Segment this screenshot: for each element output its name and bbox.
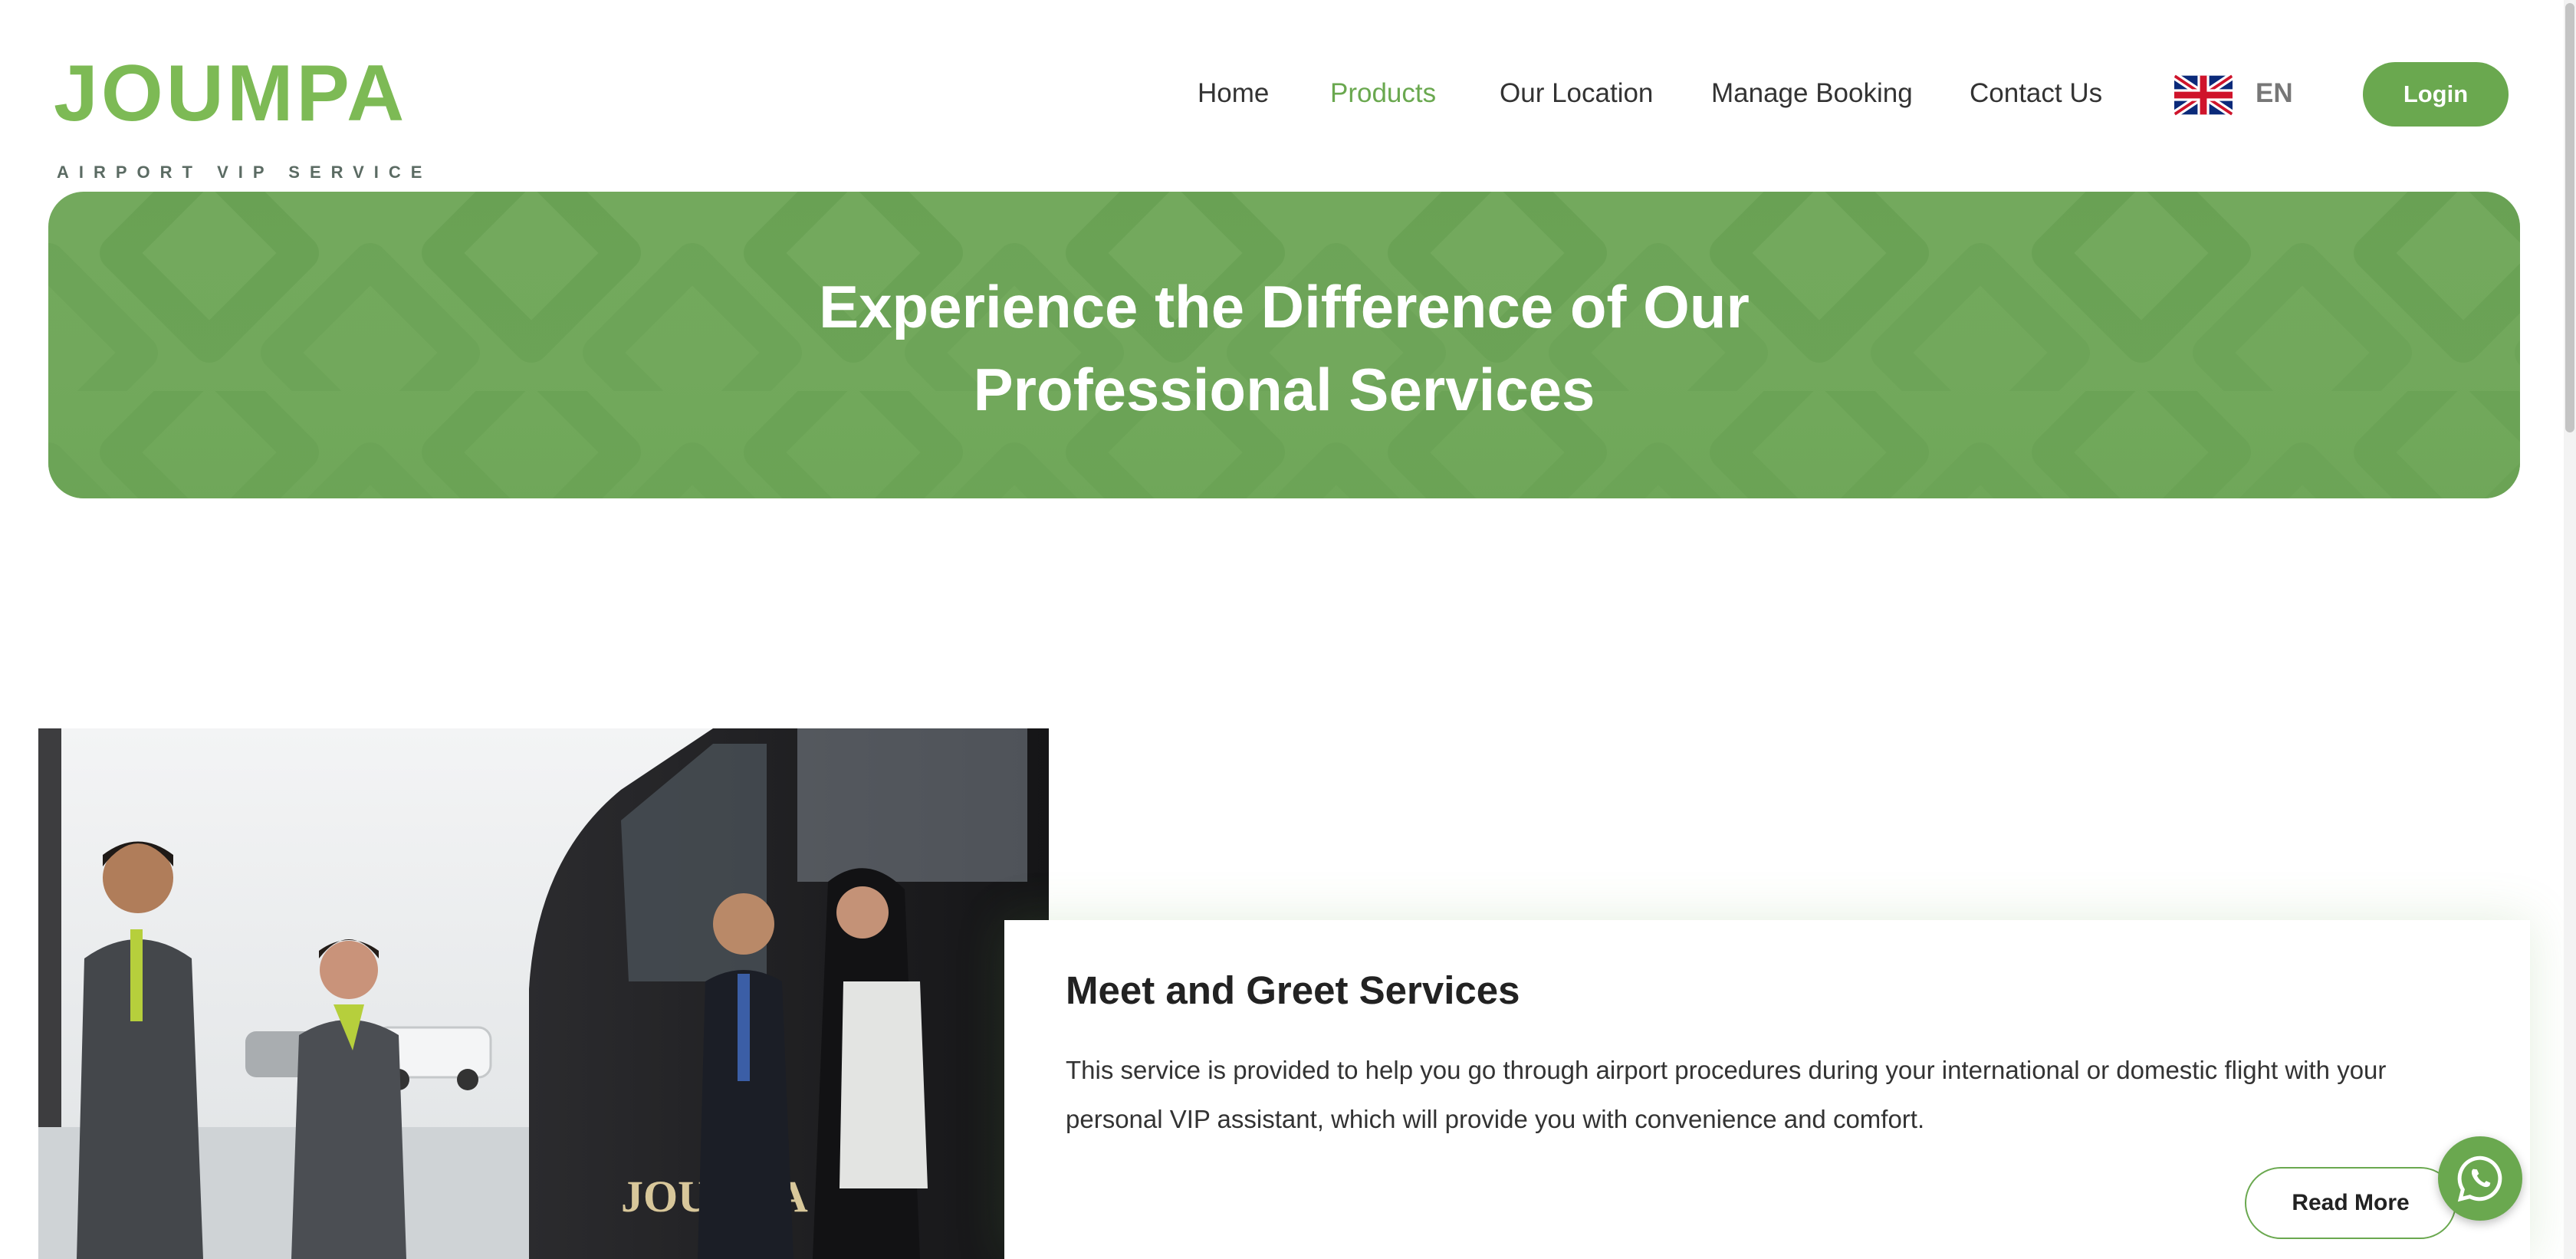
hero-title-line-2: Professional Services	[973, 356, 1595, 423]
logo-tagline: AIRPORT VIP SERVICE	[57, 163, 432, 182]
nav-our-location[interactable]: Our Location	[1500, 74, 1653, 113]
language-selector[interactable]: EN	[2256, 74, 2293, 113]
service-title: Meet and Greet Services	[1066, 968, 1520, 1012]
page: JOUMPA AIRPORT VIP SERVICE Home Products…	[0, 0, 2576, 1259]
uk-flag-icon[interactable]	[2174, 74, 2233, 117]
nav-products[interactable]: Products	[1330, 74, 1436, 113]
page-scrollbar-thumb[interactable]	[2565, 3, 2574, 432]
hero-title-line-1: Experience the Difference of Our	[819, 273, 1750, 340]
hero-title: Experience the Difference of Our Profess…	[48, 265, 2520, 431]
nav-contact-us[interactable]: Contact Us	[1970, 74, 2102, 113]
chauffeur-greeting-photo: JOUMPA	[38, 728, 1049, 1259]
login-button[interactable]: Login	[2363, 62, 2509, 127]
whatsapp-icon[interactable]	[2438, 1136, 2522, 1221]
service-card: Meet and Greet Services This service is …	[1004, 920, 2530, 1259]
nav-manage-booking[interactable]: Manage Booking	[1711, 74, 1913, 113]
service-description: This service is provided to help you go …	[1066, 1056, 2387, 1133]
joumpa-logo[interactable]: JOUMPA AIRPORT VIP SERVICE	[54, 54, 422, 182]
nav-home[interactable]: Home	[1198, 74, 1269, 113]
hero-banner: Experience the Difference of Our Profess…	[48, 192, 2520, 498]
logo-wordmark: JOUMPA	[54, 49, 408, 138]
read-more-button[interactable]: Read More	[2245, 1167, 2456, 1239]
